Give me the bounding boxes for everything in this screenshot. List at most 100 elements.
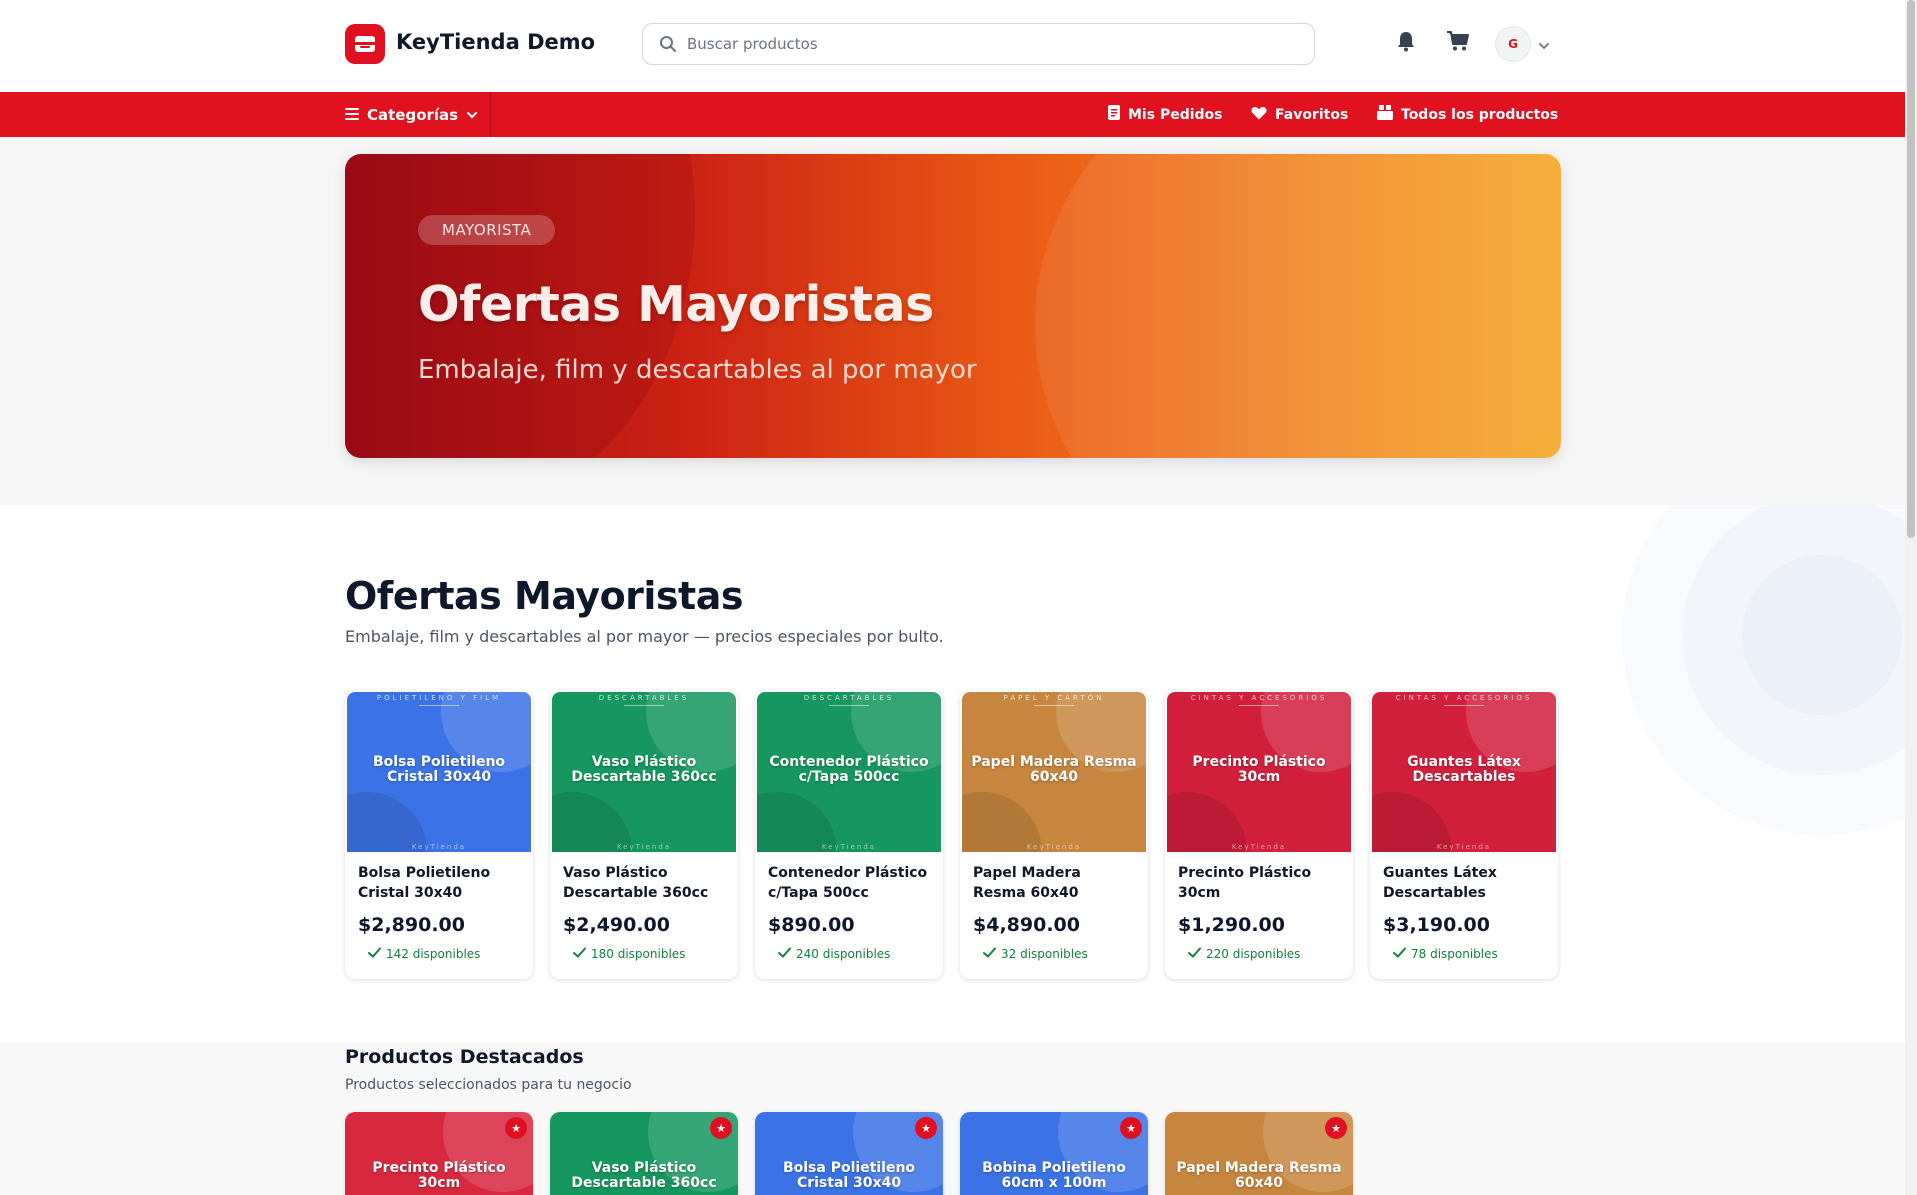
check-icon (778, 947, 791, 961)
star-icon: ★ (505, 1117, 527, 1139)
featured-product-card[interactable]: ★ Bobina Polietileno 60cm x 100m (960, 1112, 1148, 1195)
stock-label: 78 disponibles (1411, 947, 1498, 961)
nav-link-mis-pedidos[interactable]: Mis Pedidos (1108, 92, 1223, 137)
check-icon (573, 947, 586, 961)
check-icon (368, 947, 381, 961)
star-icon: ★ (1325, 1117, 1347, 1139)
product-price: $4,890.00 (973, 914, 1080, 936)
products-icon (1377, 105, 1393, 124)
featured-product-card[interactable]: ★ Vaso Plástico Descartable 360cc (550, 1112, 738, 1195)
product-image-title: Bolsa Polietileno Cristal 30x40 (372, 754, 506, 785)
top-header: KeyTienda Demo G (0, 0, 1905, 92)
search-bar[interactable] (642, 23, 1315, 65)
product-price: $2,890.00 (358, 914, 465, 936)
featured-section (0, 1043, 1905, 1195)
featured-product-card[interactable]: ★ Bolsa Polietileno Cristal 30x40 (755, 1112, 943, 1195)
star-icon: ★ (915, 1117, 937, 1139)
stock-label: 142 disponibles (386, 947, 481, 961)
product-image-title: Guantes Látex Descartables (1407, 754, 1521, 785)
hero-badge: MAYORISTA (418, 215, 556, 245)
product-image: PAPEL Y CARTÓN Papel Madera Resma 60x40 … (962, 692, 1146, 852)
watermark: KeyTienda (1231, 843, 1287, 851)
bell-icon[interactable] (1396, 30, 1416, 56)
featured-product-card[interactable]: ★ Precinto Plástico 30cm (345, 1112, 533, 1195)
product-price: $1,290.00 (1178, 914, 1285, 936)
hero-banner[interactable]: MAYORISTA Ofertas Mayoristas Embalaje, f… (345, 154, 1561, 458)
product-category: CINTAS Y ACCESORIOS (1190, 694, 1328, 702)
product-category: PAPEL Y CARTÓN (1003, 694, 1105, 702)
product-image-title: Papel Madera Resma 60x40 (1176, 1160, 1342, 1191)
chevron-down-icon (466, 106, 478, 124)
product-stock: 142 disponibles (368, 947, 480, 961)
watermark: KeyTienda (616, 843, 672, 851)
product-card[interactable]: DESCARTABLES Vaso Plástico Descartable 3… (550, 690, 738, 979)
product-category: DESCARTABLES (598, 694, 690, 702)
product-image-title: Precinto Plástico 30cm (372, 1160, 506, 1191)
product-stock: 180 disponibles (573, 947, 685, 961)
categories-label: Categorías (367, 105, 459, 124)
watermark: KeyTienda (1026, 843, 1082, 851)
orders-icon (1108, 105, 1120, 124)
avatar[interactable]: G (1495, 26, 1531, 62)
featured-subtitle: Productos seleccionados para tu negocio (345, 1077, 632, 1093)
product-image-title: Vaso Plástico Descartable 360cc (571, 754, 717, 785)
product-stock: 78 disponibles (1393, 947, 1498, 961)
product-name: Vaso Plástico Descartable 360cc (563, 865, 709, 901)
nav-link-todos-los-productos[interactable]: Todos los productos (1377, 92, 1558, 137)
chevron-down-icon[interactable] (1538, 36, 1550, 55)
check-icon (983, 947, 996, 961)
product-stock: 240 disponibles (778, 947, 890, 961)
product-image-title: Precinto Plástico 30cm (1192, 754, 1326, 785)
stock-label: 32 disponibles (1001, 947, 1088, 961)
search-input[interactable] (687, 32, 1287, 56)
product-category: CINTAS Y ACCESORIOS (1395, 694, 1533, 702)
product-card[interactable]: CINTAS Y ACCESORIOS Precinto Plástico 30… (1165, 690, 1353, 979)
scrollbar-thumb[interactable] (1907, 0, 1915, 538)
product-category: DESCARTABLES (803, 694, 895, 702)
stock-label: 220 disponibles (1206, 947, 1301, 961)
categories-menu-button[interactable]: Categorías (345, 92, 492, 137)
product-image-title: Contenedor Plástico c/Tapa 500cc (769, 754, 929, 785)
section-subtitle: Embalaje, film y descartables al por may… (345, 627, 944, 646)
product-name: Bolsa Polietileno Cristal 30x40 (358, 865, 491, 901)
search-icon (659, 35, 677, 57)
product-card[interactable]: DESCARTABLES Contenedor Plástico c/Tapa … (755, 690, 943, 979)
nav-link-label: Todos los productos (1401, 106, 1559, 123)
product-card[interactable]: CINTAS Y ACCESORIOS Guantes Látex Descar… (1370, 690, 1558, 979)
nav-link-label: Mis Pedidos (1128, 106, 1223, 123)
hero-decoration (1035, 154, 1561, 458)
check-icon (1393, 947, 1406, 961)
product-name: Precinto Plástico 30cm (1178, 865, 1312, 901)
product-card[interactable]: PAPEL Y CARTÓN Papel Madera Resma 60x40 … (960, 690, 1148, 979)
product-card[interactable]: POLIETILENO Y FILM Bolsa Polietileno Cri… (345, 690, 533, 979)
watermark: KeyTienda (1436, 843, 1492, 851)
featured-title: Productos Destacados (345, 1046, 584, 1068)
check-icon (1188, 947, 1201, 961)
product-image: POLIETILENO Y FILM Bolsa Polietileno Cri… (347, 692, 531, 852)
section-title: Ofertas Mayoristas (345, 574, 743, 618)
product-image: CINTAS Y ACCESORIOS Guantes Látex Descar… (1372, 692, 1556, 852)
brand-name[interactable]: KeyTienda Demo (396, 30, 595, 54)
hero-title: Ofertas Mayoristas (418, 276, 934, 333)
product-name: Guantes Látex Descartables (1383, 865, 1497, 901)
nav-link-label: Favoritos (1275, 106, 1349, 123)
product-image: DESCARTABLES Vaso Plástico Descartable 3… (552, 692, 736, 852)
nav-link-favoritos[interactable]: Favoritos (1251, 92, 1348, 137)
scrollbar[interactable] (1905, 0, 1917, 1195)
star-icon: ★ (710, 1117, 732, 1139)
product-price: $2,490.00 (563, 914, 670, 936)
star-icon: ★ (1120, 1117, 1142, 1139)
heart-icon (1251, 106, 1267, 124)
product-image-title: Bobina Polietileno 60cm x 100m (982, 1160, 1126, 1191)
product-image: DESCARTABLES Contenedor Plástico c/Tapa … (757, 692, 941, 852)
product-image: CINTAS Y ACCESORIOS Precinto Plástico 30… (1167, 692, 1351, 852)
featured-product-card[interactable]: ★ Papel Madera Resma 60x40 (1165, 1112, 1353, 1195)
store-icon[interactable] (345, 24, 385, 64)
cart-icon[interactable] (1446, 30, 1470, 56)
hero-subtitle: Embalaje, film y descartables al por may… (418, 355, 977, 385)
nav-bar: Categorías Mis Pedidos Favoritos Todos l… (0, 92, 1905, 137)
hero-section: MAYORISTA Ofertas Mayoristas Embalaje, f… (0, 137, 1905, 505)
product-image-title: Papel Madera Resma 60x40 (971, 754, 1137, 785)
product-stock: 32 disponibles (983, 947, 1088, 961)
stock-label: 180 disponibles (591, 947, 686, 961)
